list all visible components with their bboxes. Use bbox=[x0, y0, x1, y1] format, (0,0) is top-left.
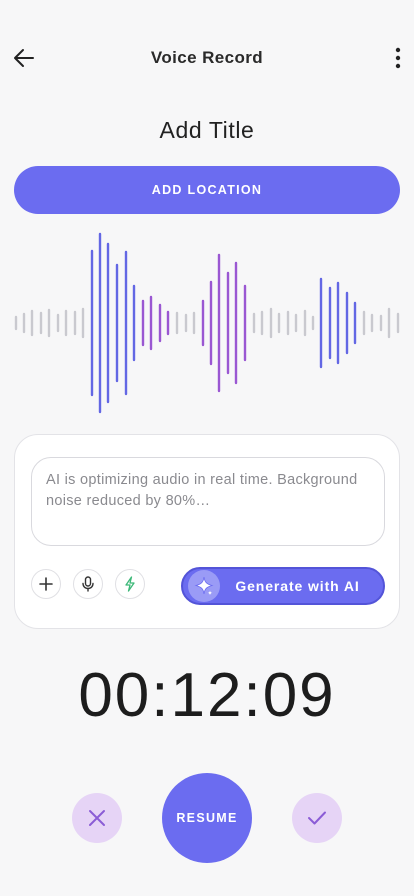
audio-waveform bbox=[0, 228, 414, 418]
screen-title: Voice Record bbox=[150, 48, 264, 67]
more-vertical-icon bbox=[395, 47, 401, 69]
microphone-icon bbox=[82, 576, 94, 592]
microphone-button[interactable] bbox=[73, 569, 103, 599]
more-options-button[interactable] bbox=[386, 42, 410, 74]
confirm-recording-button[interactable] bbox=[292, 793, 342, 843]
generate-label: Generate with AI bbox=[235, 578, 360, 594]
check-icon bbox=[308, 811, 326, 825]
close-icon bbox=[89, 810, 105, 826]
waveform-graphic bbox=[14, 232, 400, 414]
quick-action-button[interactable] bbox=[115, 569, 145, 599]
lightning-icon bbox=[125, 576, 135, 592]
ai-status-textarea[interactable]: AI is optimizing audio in real time. Bac… bbox=[31, 457, 385, 546]
sparkle-icon bbox=[188, 570, 220, 602]
top-app-bar: Voice Record bbox=[0, 34, 414, 82]
add-title-field[interactable]: Add Title bbox=[0, 117, 414, 144]
recording-timer: 00:12:09 bbox=[78, 661, 336, 730]
add-location-button[interactable]: ADD LOCATION bbox=[14, 166, 400, 214]
cancel-recording-button[interactable] bbox=[72, 793, 122, 843]
resume-button[interactable]: RESUME bbox=[162, 773, 252, 863]
plus-icon bbox=[39, 577, 53, 591]
generate-with-ai-button[interactable]: Generate with AI bbox=[181, 567, 385, 605]
ai-assist-card: AI is optimizing audio in real time. Bac… bbox=[14, 434, 400, 629]
add-button[interactable] bbox=[31, 569, 61, 599]
